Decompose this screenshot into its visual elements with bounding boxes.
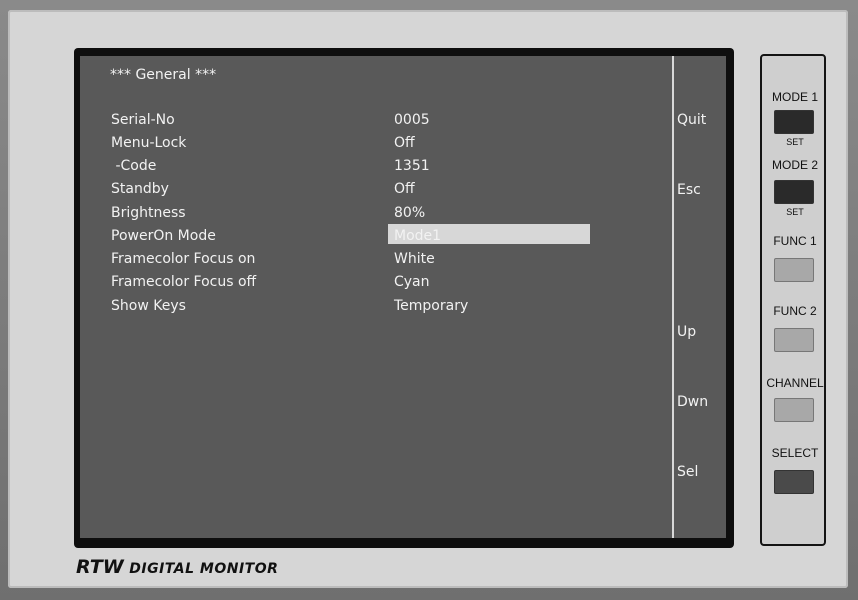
func2-button[interactable] <box>774 328 814 352</box>
func2-label: FUNC 2 <box>773 304 817 318</box>
softkey-quit[interactable]: Quit <box>677 112 706 128</box>
menu-row-label-poweron-mode[interactable]: PowerOn Mode <box>111 228 216 244</box>
channel-button[interactable] <box>774 398 814 422</box>
display-screen: *** General *** Serial-No 0005 Menu-Lock… <box>80 56 726 538</box>
menu-row-value-brightness: 80% <box>394 205 426 221</box>
menu-row-label-framecolor-focus-off[interactable]: Framecolor Focus off <box>111 274 256 290</box>
channel-label: CHANNEL <box>766 376 824 390</box>
menu-title: *** General *** <box>110 67 217 83</box>
mode2-set-label: SET <box>786 207 804 217</box>
menu-row-label-framecolor-focus-on[interactable]: Framecolor Focus on <box>111 251 255 267</box>
menu-row-value-show-keys: Temporary <box>394 298 469 314</box>
menu-row-label-brightness[interactable]: Brightness <box>111 205 186 221</box>
softkey-select[interactable]: Sel <box>677 464 698 480</box>
brand-digital-monitor: DIGITAL MONITOR <box>129 561 279 577</box>
brand-logo: RTW DIGITAL MONITOR <box>76 556 278 578</box>
menu-row-value-standby: Off <box>394 181 415 197</box>
menu-row-value-serial-no: 0005 <box>394 112 430 128</box>
menu-row-label-code[interactable]: -Code <box>111 158 156 174</box>
softkey-divider <box>672 56 674 538</box>
menu-row-value-framecolor-focus-off: Cyan <box>394 274 430 290</box>
menu-row-value-poweron-mode[interactable]: Mode1 <box>394 228 441 244</box>
mode2-button[interactable] <box>774 180 814 204</box>
mode1-set-label: SET <box>786 137 804 147</box>
hardware-button-column: MODE 1 SET MODE 2 SET FUNC 1 FUNC 2 CHAN… <box>760 54 826 546</box>
func1-button[interactable] <box>774 258 814 282</box>
menu-row-value-code: 1351 <box>394 158 430 174</box>
menu-row-label-standby[interactable]: Standby <box>111 181 169 197</box>
menu-row-label-menu-lock[interactable]: Menu-Lock <box>111 135 186 151</box>
mode2-label: MODE 2 <box>771 158 818 172</box>
menu-row-value-framecolor-focus-on: White <box>394 251 435 267</box>
softkey-down[interactable]: Dwn <box>677 394 708 410</box>
func1-label: FUNC 1 <box>773 234 817 248</box>
softkey-up[interactable]: Up <box>677 324 696 340</box>
softkey-esc[interactable]: Esc <box>677 182 701 198</box>
menu-row-value-menu-lock: Off <box>394 135 415 151</box>
mode1-label: MODE 1 <box>771 90 818 104</box>
select-button[interactable] <box>774 470 814 494</box>
menu-row-label-show-keys[interactable]: Show Keys <box>111 298 186 314</box>
mode1-button[interactable] <box>774 110 814 134</box>
brand-rtw: RTW <box>76 556 124 578</box>
menu-row-label-serial-no[interactable]: Serial-No <box>111 112 175 128</box>
select-label: SELECT <box>771 446 819 460</box>
